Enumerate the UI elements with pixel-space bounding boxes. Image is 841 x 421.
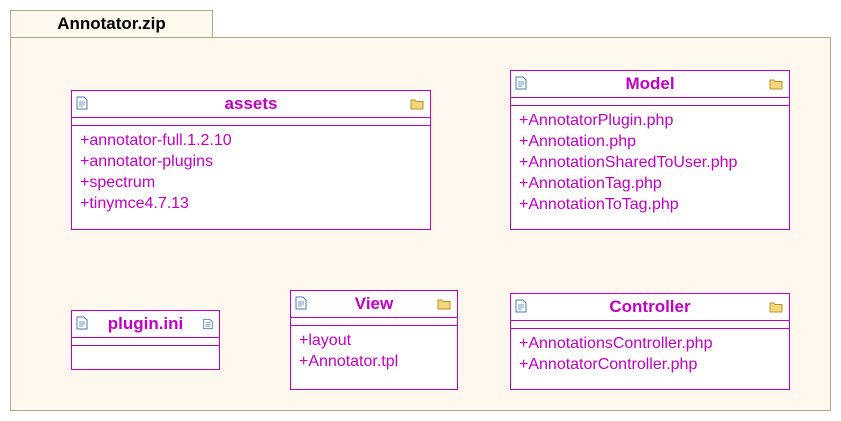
class-title: assets bbox=[224, 94, 278, 113]
member-item: +annotator-full.1.2.10 bbox=[80, 132, 232, 149]
member-item: +AnnotationsController.php bbox=[519, 335, 713, 352]
folder-icon bbox=[437, 299, 451, 310]
member-item: +AnnotatorController.php bbox=[519, 356, 698, 373]
operations-compartment: +layout +Annotator.tpl bbox=[291, 325, 457, 372]
member-item: +Annotation.php bbox=[519, 133, 636, 150]
class-title: Model bbox=[625, 74, 675, 93]
member-item: +AnnotationSharedToUser.php bbox=[519, 154, 738, 171]
member-item: +tinymce4.7.13 bbox=[80, 195, 189, 212]
member-item: +AnnotatorPlugin.php bbox=[519, 112, 674, 129]
attributes-compartment bbox=[511, 320, 789, 328]
class-title: View bbox=[354, 294, 394, 313]
package-name: Annotator.zip bbox=[57, 14, 166, 33]
class-model[interactable]: Model +AnnotatorPlugin.php +Annotation.p… bbox=[510, 70, 790, 230]
attributes-compartment bbox=[72, 117, 430, 125]
class-title: Controller bbox=[609, 297, 691, 316]
operations-compartment bbox=[72, 345, 219, 353]
class-controller[interactable]: Controller +AnnotationsController.php +A… bbox=[510, 293, 790, 390]
attributes-compartment bbox=[291, 317, 457, 325]
class-assets[interactable]: assets +annotator-full.1.2.10 +annotator… bbox=[71, 90, 431, 230]
class-plugin-ini[interactable]: plugin.ini bbox=[71, 310, 220, 370]
attributes-compartment bbox=[72, 337, 219, 345]
package-tab[interactable]: Annotator.zip bbox=[10, 10, 213, 38]
folder-icon bbox=[769, 302, 783, 313]
operations-compartment: +AnnotationsController.php +AnnotatorCon… bbox=[511, 328, 789, 375]
member-item: +AnnotationTag.php bbox=[519, 175, 662, 192]
member-item: +Annotator.tpl bbox=[299, 353, 399, 370]
folder-icon bbox=[410, 99, 424, 110]
attributes-compartment bbox=[511, 97, 789, 105]
member-item: +layout bbox=[299, 332, 352, 349]
folder-icon bbox=[769, 79, 783, 90]
document-icon bbox=[203, 318, 213, 330]
member-item: +annotator-plugins bbox=[80, 153, 213, 170]
class-view[interactable]: View +layout +Annotator.tpl bbox=[290, 290, 458, 390]
operations-compartment: +annotator-full.1.2.10 +annotator-plugin… bbox=[72, 125, 430, 214]
member-item: +AnnotationToTag.php bbox=[519, 196, 679, 213]
operations-compartment: +AnnotatorPlugin.php +Annotation.php +An… bbox=[511, 105, 789, 215]
member-item: +spectrum bbox=[80, 174, 156, 191]
class-title: plugin.ini bbox=[107, 314, 184, 333]
